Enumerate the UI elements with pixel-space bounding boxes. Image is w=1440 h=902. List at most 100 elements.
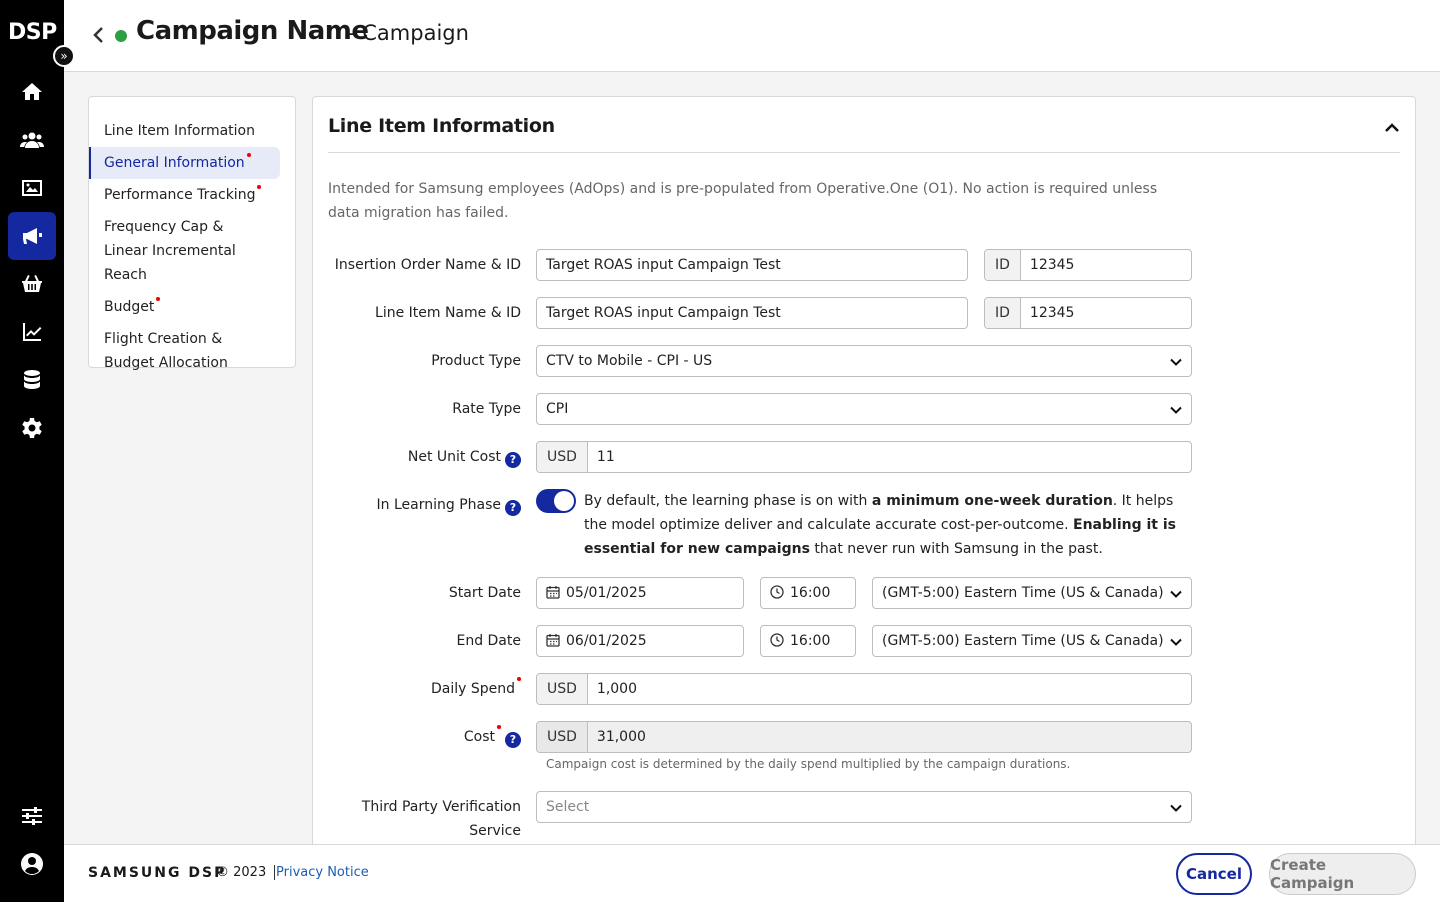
app-logo: DSP — [8, 20, 57, 45]
database-icon[interactable] — [8, 356, 56, 404]
insertion-order-id-input[interactable]: ID 12345 — [984, 249, 1192, 281]
end-date-input[interactable]: 06/01/2025 — [536, 625, 744, 657]
user-icon[interactable] — [8, 840, 56, 888]
page-title: Campaign Name — [136, 16, 369, 46]
chevron-down-icon — [1170, 804, 1182, 812]
home-icon[interactable] — [8, 68, 56, 116]
nav-label: General Information — [104, 155, 245, 171]
input-value: 31,000 — [596, 729, 646, 745]
nav-line-item-information[interactable]: Line Item Information — [89, 115, 280, 147]
net-unit-cost-input[interactable]: USD 11 — [536, 441, 1192, 473]
chevron-down-icon — [1170, 590, 1182, 598]
image-icon[interactable] — [8, 164, 56, 212]
required-dot — [246, 153, 251, 157]
nav-budget[interactable]: Budget — [89, 291, 280, 323]
start-time-input[interactable]: 16:00 — [760, 577, 856, 609]
nav-performance-tracking[interactable]: Performance Tracking — [89, 179, 280, 211]
expand-rail-button[interactable]: » — [53, 45, 75, 67]
copyright: © 2023 — [216, 865, 276, 880]
nav-flight-creation[interactable]: Flight Creation & Budget Allocation — [89, 323, 280, 379]
product-type-select[interactable]: CTV to Mobile - CPI - US — [536, 345, 1192, 377]
insertion-order-name-input[interactable]: Target ROAS input Campaign Test — [536, 249, 968, 281]
third-party-select[interactable]: Select — [536, 791, 1192, 823]
select-value: (GMT-5:00) Eastern Time (US & Canada) — [882, 585, 1164, 601]
calendar-icon — [546, 634, 560, 647]
input-value: 1,000 — [596, 681, 638, 697]
select-value: (GMT-5:00) Eastern Time (US & Canada) — [882, 633, 1164, 649]
nav-frequency-cap[interactable]: Frequency Cap & Linear Incremental Reach — [89, 211, 280, 291]
chevron-up-icon[interactable] — [1383, 119, 1401, 137]
daily-spend-input[interactable]: USD 1,000 — [536, 673, 1192, 705]
help-icon[interactable]: ? — [505, 452, 521, 468]
label-text: Net Unit Cost — [407, 449, 501, 465]
clock-icon — [770, 633, 784, 647]
label-text: Service — [469, 823, 521, 839]
back-icon[interactable] — [90, 24, 106, 46]
label-text: Cost — [463, 729, 495, 745]
learning-phase-label: In Learning Phase? — [377, 493, 521, 517]
input-value: 11 — [596, 449, 615, 465]
input-value: 05/01/2025 — [566, 585, 647, 601]
chevron-down-icon — [1170, 406, 1182, 414]
start-timezone-select[interactable]: (GMT-5:00) Eastern Time (US & Canada) — [872, 577, 1192, 609]
clock-icon — [770, 585, 784, 599]
line-item-id-input[interactable]: ID 12345 — [984, 297, 1192, 329]
end-time-input[interactable]: 16:00 — [760, 625, 856, 657]
learning-phase-description: By default, the learning phase is on wit… — [584, 489, 1194, 561]
required-dot — [517, 677, 521, 681]
nav-label: Line Item Information — [104, 123, 255, 139]
required-dot — [156, 297, 161, 301]
cost-label: Cost? — [464, 725, 521, 749]
end-timezone-select[interactable]: (GMT-5:00) Eastern Time (US & Canada) — [872, 625, 1192, 657]
label-text: In Learning Phase — [376, 497, 501, 513]
start-date-label: Start Date — [448, 585, 521, 601]
help-icon[interactable]: ? — [505, 732, 521, 748]
nav-label: Performance Tracking — [104, 187, 256, 203]
start-date-input[interactable]: 05/01/2025 — [536, 577, 744, 609]
chevron-down-icon — [1170, 638, 1182, 646]
required-dot — [497, 725, 501, 729]
panel-description: Intended for Samsung employees (AdOps) a… — [328, 181, 1158, 221]
nav-label: Flight Creation & — [104, 331, 223, 347]
input-value: 16:00 — [790, 633, 831, 649]
cost-input: USD 31,000 — [536, 721, 1192, 753]
page-header: Campaign Name - Campaign — [64, 0, 1440, 72]
status-dot — [115, 30, 127, 42]
nav-label: Budget — [104, 299, 155, 315]
section-nav: Line Item Information General Informatio… — [88, 96, 296, 371]
footer: SAMSUNG DSP © 2023 Privacy Notice Cancel… — [64, 844, 1440, 902]
help-icon[interactable]: ? — [505, 500, 521, 516]
product-type-label: Product Type — [431, 353, 521, 369]
users-icon[interactable] — [8, 116, 56, 164]
cancel-button[interactable]: Cancel — [1176, 853, 1252, 895]
select-value: CPI — [546, 401, 569, 417]
text: By default, the learning phase is on wit… — [584, 493, 872, 509]
label-text: Third Party Verification — [361, 799, 521, 815]
currency-addon: USD — [537, 442, 588, 472]
line-item-panel: Line Item Information Intended for Samsu… — [312, 96, 1416, 844]
nav-label: Budget Allocation — [104, 355, 228, 371]
sliders-icon[interactable] — [8, 792, 56, 840]
input-value: 12345 — [1029, 305, 1075, 321]
nav-general-information[interactable]: General Information — [89, 147, 280, 179]
input-value: Target ROAS input Campaign Test — [546, 257, 781, 273]
gear-icon[interactable] — [8, 404, 56, 452]
select-value: CTV to Mobile - CPI - US — [546, 353, 713, 369]
megaphone-icon[interactable] — [8, 212, 56, 260]
learning-phase-toggle[interactable] — [536, 489, 576, 513]
calendar-icon — [546, 586, 560, 599]
chart-icon[interactable] — [8, 308, 56, 356]
text: that never run with Samsung in the past. — [809, 541, 1103, 557]
line-item-name-input[interactable]: Target ROAS input Campaign Test — [536, 297, 968, 329]
input-value: 16:00 — [790, 585, 831, 601]
privacy-link[interactable]: Privacy Notice — [276, 865, 369, 880]
third-party-label: Third Party Verification Service — [362, 795, 521, 843]
create-campaign-button[interactable]: Create Campaign — [1269, 853, 1416, 895]
id-addon: ID — [985, 298, 1021, 328]
net-unit-cost-label: Net Unit Cost? — [408, 445, 521, 469]
basket-icon[interactable] — [8, 260, 56, 308]
rate-type-select[interactable]: CPI — [536, 393, 1192, 425]
page-subtitle: - Campaign — [348, 21, 469, 45]
select-placeholder: Select — [546, 799, 590, 815]
line-item-label: Line Item Name & ID — [375, 305, 521, 321]
